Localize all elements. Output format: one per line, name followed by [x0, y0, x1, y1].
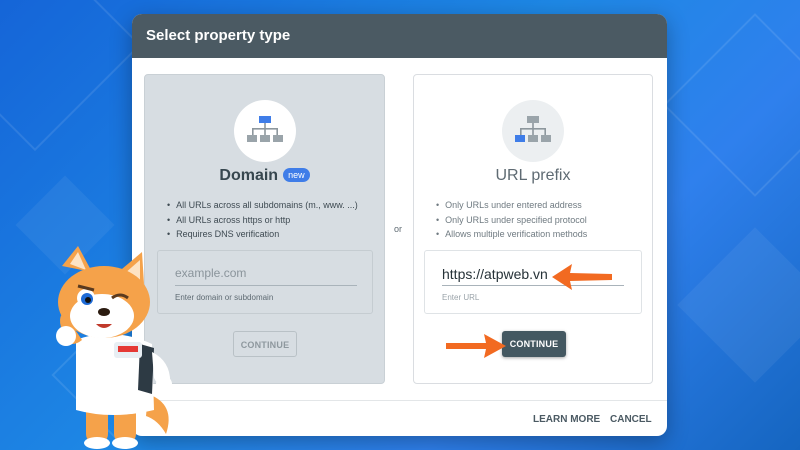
learn-more-button[interactable]: LEARN MORE — [533, 414, 600, 425]
domain-title: Domain new — [145, 167, 384, 185]
list-item: Only URLs under entered address — [436, 198, 587, 213]
domain-continue-button[interactable]: CONTINUE — [233, 331, 297, 357]
arrow-icon — [446, 334, 506, 358]
list-item: Only URLs under specified protocol — [436, 213, 587, 228]
url-prefix-feature-list: Only URLs under entered address Only URL… — [436, 198, 587, 242]
list-item: Allows multiple verification methods — [436, 227, 587, 242]
url-input-helper: Enter URL — [442, 293, 480, 302]
url-prefix-title: URL prefix — [495, 167, 571, 184]
background-shape — [0, 0, 142, 152]
domain-option-card[interactable]: Domain new All URLs across all subdomains… — [144, 74, 385, 384]
or-separator: or — [394, 224, 403, 234]
domain-input[interactable]: example.com — [175, 266, 357, 286]
cancel-button[interactable]: CANCEL — [610, 414, 652, 425]
dialog-title: Select property type — [132, 14, 667, 58]
shiba-mascot-illustration — [56, 246, 172, 449]
footer-divider — [132, 400, 667, 401]
domain-input-helper: Enter domain or subdomain — [175, 293, 274, 302]
domain-input-container: example.com Enter domain or subdomain — [157, 250, 373, 314]
url-prefix-continue-button[interactable]: CONTINUE — [502, 331, 566, 357]
domain-feature-list: All URLs across all subdomains (m., www.… — [167, 198, 358, 242]
arrow-icon — [552, 264, 612, 290]
list-item: Requires DNS verification — [167, 227, 358, 242]
select-property-dialog: Select property type Domain new All URLs … — [132, 14, 667, 436]
list-item: All URLs across https or http — [167, 213, 358, 228]
new-badge: new — [283, 168, 310, 182]
background-shape — [677, 227, 800, 383]
list-item: All URLs across all subdomains (m., www.… — [167, 198, 358, 213]
sitemap-icon — [233, 100, 296, 162]
domain-title-text: Domain — [219, 167, 279, 184]
background-shape — [663, 13, 800, 197]
sitemap-icon — [502, 100, 564, 162]
